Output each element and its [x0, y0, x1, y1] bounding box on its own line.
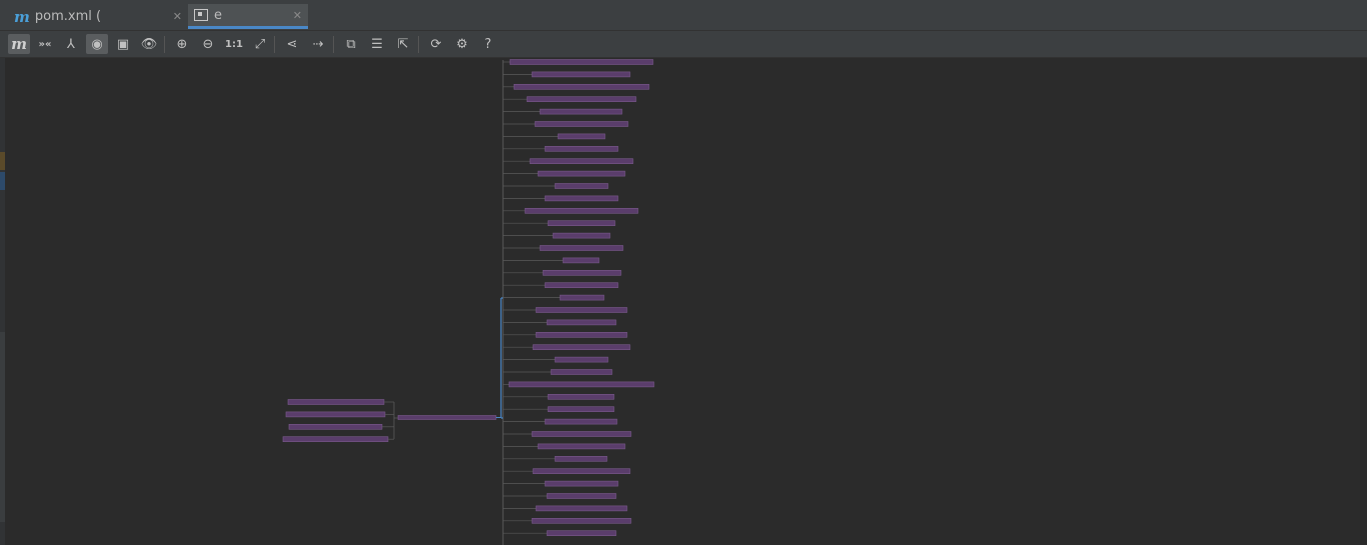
tab-pom-xml[interactable]: m pom.xml ( ✕ — [8, 4, 188, 29]
dependency-node[interactable] — [526, 96, 637, 103]
tab-label: e — [214, 7, 222, 23]
dependency-node[interactable] — [554, 356, 609, 363]
parent-node[interactable] — [287, 399, 385, 405]
dependency-node[interactable] — [544, 146, 619, 152]
tab-label: pom.xml ( — [34, 9, 102, 24]
dependency-node[interactable] — [531, 71, 631, 78]
export-image-button[interactable]: ⇱ — [392, 34, 414, 54]
dependency-node[interactable] — [546, 319, 617, 326]
dependency-node[interactable] — [554, 455, 608, 462]
dependency-node[interactable] — [524, 208, 639, 214]
dependency-node[interactable] — [535, 331, 628, 338]
dependency-node[interactable] — [559, 294, 605, 301]
zoom-out-button[interactable]: ⊖ — [197, 34, 219, 54]
root-node[interactable] — [397, 415, 497, 420]
dependency-node[interactable] — [554, 183, 609, 189]
close-icon[interactable]: ✕ — [173, 10, 182, 23]
dependency-node[interactable] — [544, 195, 619, 202]
close-icon[interactable]: ✕ — [293, 9, 302, 22]
diagram-icon — [194, 9, 208, 21]
dependency-node[interactable] — [547, 393, 615, 400]
dependency-node[interactable] — [544, 480, 619, 487]
dependency-node[interactable] — [547, 220, 616, 226]
dependency-node[interactable] — [537, 170, 626, 177]
dependency-node[interactable] — [508, 381, 655, 388]
dependency-node[interactable] — [535, 505, 628, 512]
fit-page-button[interactable]: ⤢ — [249, 34, 271, 54]
dependency-node[interactable] — [539, 108, 623, 115]
dependency-node[interactable] — [529, 158, 634, 164]
toolbar-separator — [274, 36, 275, 53]
dependency-node[interactable] — [537, 443, 626, 450]
layout-button[interactable]: ⋖ — [281, 34, 303, 54]
help-button[interactable]: ? — [477, 34, 499, 54]
toolbar-separator — [333, 36, 334, 53]
apply-layout-button[interactable]: ⇢ — [307, 34, 329, 54]
export-button[interactable]: ☰ — [366, 34, 388, 54]
view-options-button[interactable]: 👁 — [138, 34, 160, 54]
dependency-graph[interactable] — [5, 58, 1367, 545]
dependency-node[interactable] — [509, 59, 654, 65]
parent-node[interactable] — [282, 436, 389, 443]
dependency-node[interactable] — [534, 121, 629, 127]
copy-button[interactable]: ⧉ — [340, 34, 362, 54]
dependency-node[interactable] — [562, 257, 600, 264]
dependency-node[interactable] — [546, 493, 617, 499]
show-conflicts-button[interactable]: »« — [34, 34, 56, 54]
dependency-node[interactable] — [532, 468, 631, 475]
dependency-node[interactable] — [546, 530, 617, 537]
dependency-node[interactable] — [557, 133, 606, 140]
tab-dependency-diagram[interactable]: e ✕ — [188, 4, 308, 29]
actual-size-button[interactable]: 1:1 — [223, 34, 245, 54]
parent-node[interactable] — [285, 411, 386, 418]
diagram-canvas[interactable] — [5, 58, 1367, 545]
highlight-button[interactable]: ◉ — [86, 34, 108, 54]
dependency-node[interactable] — [542, 270, 622, 276]
zoom-in-button[interactable]: ⊕ — [171, 34, 193, 54]
maven-button[interactable]: m — [8, 34, 30, 54]
toolbar-separator — [418, 36, 419, 53]
fit-content-button[interactable]: ▣ — [112, 34, 134, 54]
dependency-node[interactable] — [535, 307, 628, 313]
dependency-node[interactable] — [547, 406, 615, 413]
dependency-node[interactable] — [531, 431, 632, 437]
dependency-node[interactable] — [544, 282, 619, 288]
diagram-toolbar: m »« ⅄ ◉ ▣ 👁 ⊕ ⊖ 1:1 ⤢ ⋖ ⇢ ⧉ ☰ ⇱ ⟳ ⚙? — [0, 31, 1367, 58]
show-dependencies-button[interactable]: ⅄ — [60, 34, 82, 54]
dependency-node[interactable] — [550, 369, 613, 375]
dependency-node[interactable] — [539, 245, 624, 251]
dependency-node[interactable] — [531, 517, 632, 524]
parent-node[interactable] — [288, 423, 383, 430]
maven-m-icon: m — [14, 7, 30, 26]
dependency-node[interactable] — [532, 344, 631, 351]
editor-tab-bar: m pom.xml ( ✕ e ✕ — [0, 0, 1367, 31]
dependency-node[interactable] — [544, 418, 618, 425]
refresh-button[interactable]: ⟳ — [425, 34, 447, 54]
dependency-node[interactable] — [513, 83, 650, 90]
settings-button[interactable]: ⚙ — [451, 34, 473, 54]
dependency-node[interactable] — [552, 232, 611, 239]
toolbar-separator — [164, 36, 165, 53]
